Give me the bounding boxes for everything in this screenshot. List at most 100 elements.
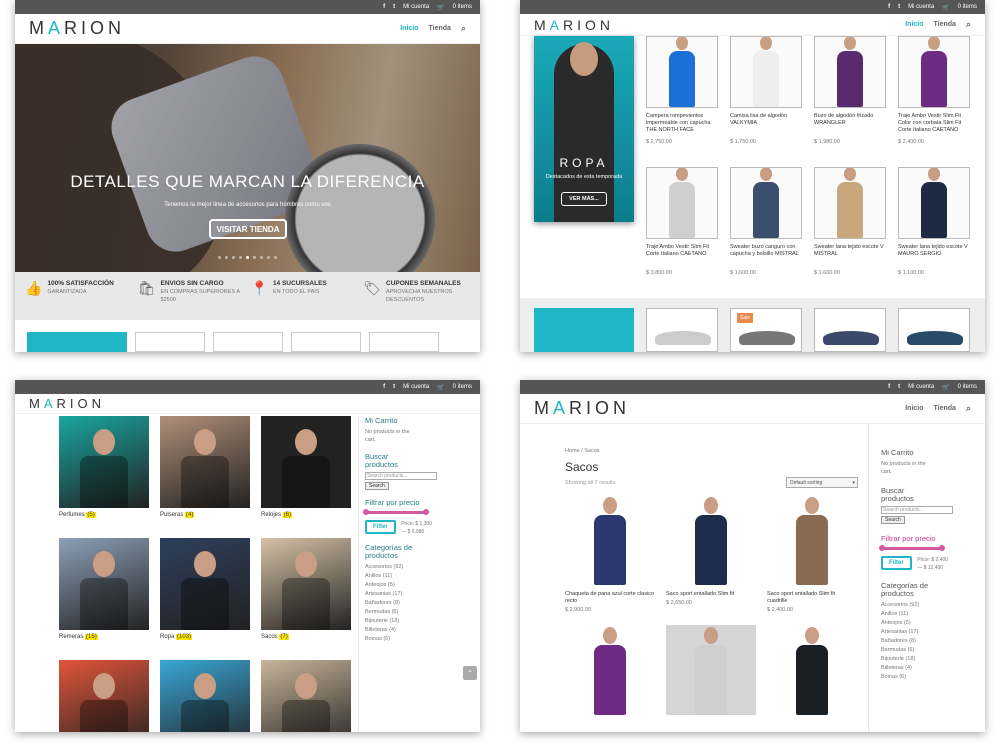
nav-home[interactable]: Inicio xyxy=(400,25,418,32)
product-card[interactable]: Chaqueta de pana azul corte clasico rect… xyxy=(565,495,655,613)
product-card[interactable] xyxy=(565,625,655,721)
product-card[interactable]: Traje Ambo Vestir Slim Fit Corte Italian… xyxy=(646,167,718,294)
search-icon[interactable]: ⌕ xyxy=(966,403,971,414)
site-logo[interactable]: MARION xyxy=(534,398,630,419)
category-label[interactable]: Perfumes (5) xyxy=(59,512,149,518)
nav-home[interactable]: Inicio xyxy=(905,405,923,412)
filter-button[interactable]: Filter xyxy=(365,520,396,534)
category-image[interactable] xyxy=(261,416,351,508)
price-slider[interactable] xyxy=(879,545,945,551)
product-thumb[interactable] xyxy=(291,332,361,352)
category-label[interactable]: Pulseras (4) xyxy=(160,512,250,518)
nav-shop[interactable]: Tienda xyxy=(934,21,956,28)
product-name[interactable]: Buzo de algodón frizado WRANGLER xyxy=(814,113,886,137)
my-account-link[interactable]: Mi cuenta xyxy=(403,4,429,10)
product-image[interactable] xyxy=(767,625,857,716)
product-card[interactable] xyxy=(767,625,857,721)
product-image[interactable] xyxy=(730,167,802,239)
product-card[interactable]: Camisa lisa de algodón VALKYMIA $ 1,750.… xyxy=(730,36,802,163)
product-image[interactable] xyxy=(814,167,886,239)
facebook-icon[interactable]: f xyxy=(383,384,385,390)
category-link[interactable]: Bermudas (6) xyxy=(881,647,981,653)
scroll-top-button[interactable]: ⌃ xyxy=(463,666,477,680)
product-card[interactable]: Sweater buzo canguro con capucha y bolsi… xyxy=(730,167,802,294)
category-label[interactable]: Ropa (103) xyxy=(160,634,250,640)
product-name[interactable]: Camisa lisa de algodón VALKYMIA xyxy=(730,113,802,137)
category-link[interactable]: Bañadores (8) xyxy=(365,600,475,606)
category-label[interactable]: Relojes (6) xyxy=(261,512,351,518)
product-image[interactable] xyxy=(666,625,756,716)
product-card[interactable]: Sweater lana tejido escote V MAURO SERGI… xyxy=(898,167,970,294)
category-link[interactable]: Bañadores (8) xyxy=(881,638,981,644)
visit-shop-button[interactable]: VISITAR TIENDA xyxy=(209,219,287,239)
category-link[interactable]: Boinas (6) xyxy=(365,636,475,642)
cart-items-link[interactable]: 0 items xyxy=(958,384,977,390)
category-image[interactable] xyxy=(261,660,351,732)
site-logo[interactable]: MARION xyxy=(29,396,105,411)
product-name[interactable]: Saco sport entallado Slim fit cuadrille xyxy=(767,591,857,605)
product-image[interactable] xyxy=(767,495,857,585)
facebook-icon[interactable]: f xyxy=(888,4,890,10)
category-card[interactable] xyxy=(160,660,250,732)
product-thumb[interactable] xyxy=(814,308,886,352)
nav-home[interactable]: Inicio xyxy=(905,21,923,28)
breadcrumb[interactable]: Home / Sacos xyxy=(565,448,600,454)
price-slider[interactable] xyxy=(363,509,429,515)
search-button[interactable]: Search xyxy=(365,482,389,490)
category-link[interactable]: Bijouterie (18) xyxy=(881,656,981,662)
category-card[interactable]: Sacos (7) xyxy=(261,538,351,660)
cart-items-link[interactable]: 0 items xyxy=(453,4,472,10)
twitter-icon[interactable]: t xyxy=(393,384,395,390)
category-link[interactable]: Artesanias (17) xyxy=(365,591,475,597)
category-card[interactable]: Remeras (15) xyxy=(59,538,149,660)
product-card[interactable]: Saco sport entallado Slim fit $ 2,650.00 xyxy=(666,495,756,613)
product-name[interactable]: Saco sport entallado Slim fit xyxy=(666,591,756,598)
product-name[interactable]: Chaqueta de pana azul corte clasico rect… xyxy=(565,591,655,605)
product-name[interactable]: Sweater lana tejido escote V MISTRAL xyxy=(814,244,886,268)
nav-shop[interactable]: Tienda xyxy=(934,405,956,412)
facebook-icon[interactable]: f xyxy=(888,384,890,390)
search-button[interactable]: Search xyxy=(881,516,905,524)
product-thumb[interactable] xyxy=(898,308,970,352)
category-link[interactable]: Bijouterie (18) xyxy=(365,618,475,624)
promo-thumb[interactable] xyxy=(27,332,127,352)
product-card[interactable] xyxy=(666,625,756,721)
category-link[interactable]: Accesorios (92) xyxy=(365,564,475,570)
product-name[interactable]: Sweater buzo canguro con capucha y bolsi… xyxy=(730,244,802,268)
category-link[interactable]: Accesorios (92) xyxy=(881,602,981,608)
product-thumb[interactable] xyxy=(646,308,718,352)
category-link[interactable]: Boinas (6) xyxy=(881,674,981,680)
category-card[interactable]: Pulseras (4) xyxy=(160,416,250,538)
twitter-icon[interactable]: t xyxy=(898,4,900,10)
product-card[interactable]: Saco sport entallado Slim fit cuadrille … xyxy=(767,495,857,613)
product-name[interactable]: Traje Ambo Vestir Slim Fit Color con cor… xyxy=(898,113,970,137)
product-card[interactable]: Sweater lana tejido escote V MISTRAL $ 1… xyxy=(814,167,886,294)
cart-icon[interactable]: 🛒 xyxy=(437,384,444,391)
category-link[interactable]: Billeteras (4) xyxy=(881,665,981,671)
promo-banner[interactable]: ROPA Destacados de esta temporada VER MÁ… xyxy=(534,36,634,222)
product-thumb[interactable] xyxy=(135,332,205,352)
category-card[interactable]: Relojes (6) xyxy=(261,416,351,538)
product-image[interactable] xyxy=(565,625,655,716)
search-icon[interactable]: ⌕ xyxy=(461,23,466,34)
product-image[interactable] xyxy=(898,167,970,239)
category-label[interactable]: Sacos (7) xyxy=(261,634,351,640)
my-account-link[interactable]: Mi cuenta xyxy=(403,384,429,390)
cart-items-link[interactable]: 0 items xyxy=(958,4,977,10)
product-image[interactable] xyxy=(646,167,718,239)
product-image[interactable] xyxy=(565,495,655,585)
my-account-link[interactable]: Mi cuenta xyxy=(908,384,934,390)
category-link[interactable]: Anillos (11) xyxy=(881,611,981,617)
site-logo[interactable]: MARION xyxy=(534,17,614,33)
category-label[interactable]: Remeras (15) xyxy=(59,634,149,640)
category-image[interactable] xyxy=(160,538,250,630)
product-thumb[interactable] xyxy=(213,332,283,352)
cart-icon[interactable]: 🛒 xyxy=(942,384,949,391)
product-image[interactable] xyxy=(730,36,802,108)
product-image[interactable] xyxy=(646,36,718,108)
product-name[interactable]: Sweater lana tejido escote V MAURO SERGI… xyxy=(898,244,970,268)
product-card[interactable]: Campera rompevientos impermeable con cap… xyxy=(646,36,718,163)
category-image[interactable] xyxy=(59,660,149,732)
see-more-button[interactable]: VER MÁS... xyxy=(561,192,607,206)
category-card[interactable]: Perfumes (5) xyxy=(59,416,149,538)
